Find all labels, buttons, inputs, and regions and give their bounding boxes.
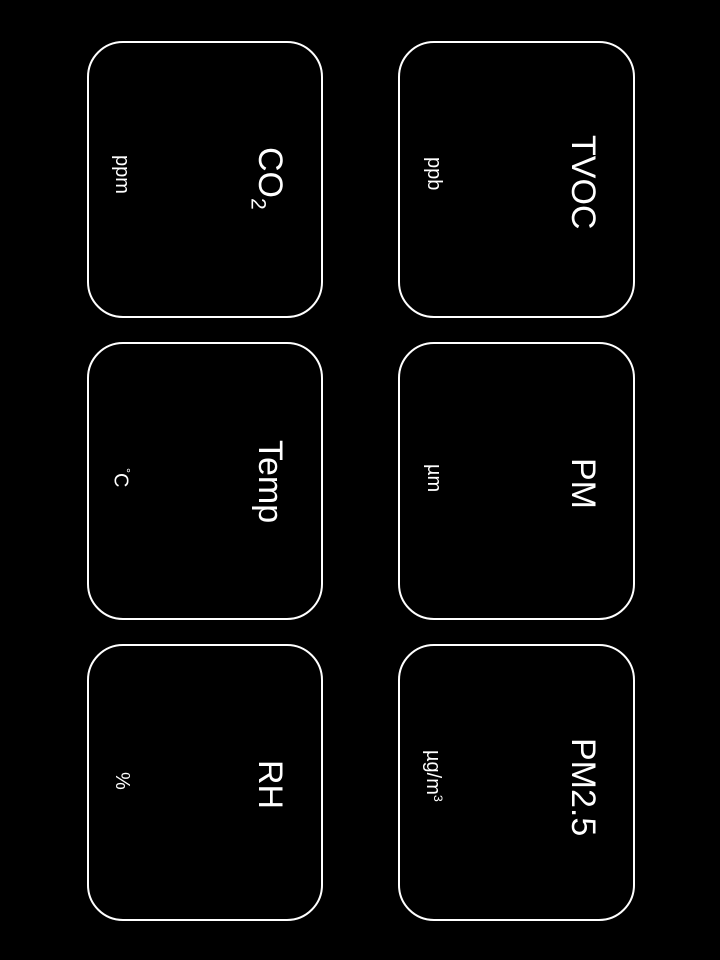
tile-rh-title: RH [251,760,289,810]
tile-pm25[interactable]: PM2.5 µg/m3 [398,644,635,921]
tile-temp-unit: °C [109,468,133,488]
tile-temp-title: Temp [251,440,289,524]
tile-pm25-unit-sup: 3 [431,794,445,802]
tile-rh[interactable]: RH % [87,644,323,921]
tile-tvoc[interactable]: TVOC ppb [398,41,635,318]
tile-co2[interactable]: CO2 ppm [87,41,323,318]
tile-co2-title-sub: 2 [246,198,270,210]
tile-pm25-unit: µg/m3 [422,750,445,802]
tile-pm[interactable]: PM µm [398,342,635,620]
tile-tvoc-title: TVOC [564,135,602,230]
tile-pm25-title: PM2.5 [564,738,602,837]
tile-co2-title: CO2 [246,147,289,210]
tile-rh-unit: % [111,772,133,790]
tile-pm25-unit-base: µg/m [422,750,445,795]
tile-co2-title-base: CO [251,147,289,198]
tile-pm-title: PM [564,458,602,509]
tile-temp[interactable]: Temp °C [87,342,323,620]
sensor-dashboard: TVOC ppb PM µm PM2.5 µg/m3 CO2 ppm Temp … [0,0,720,960]
tile-pm-unit: µm [423,464,445,493]
tile-temp-unit-base: C [109,472,132,488]
tile-co2-unit: ppm [111,155,133,194]
tile-tvoc-unit: ppb [423,157,445,191]
